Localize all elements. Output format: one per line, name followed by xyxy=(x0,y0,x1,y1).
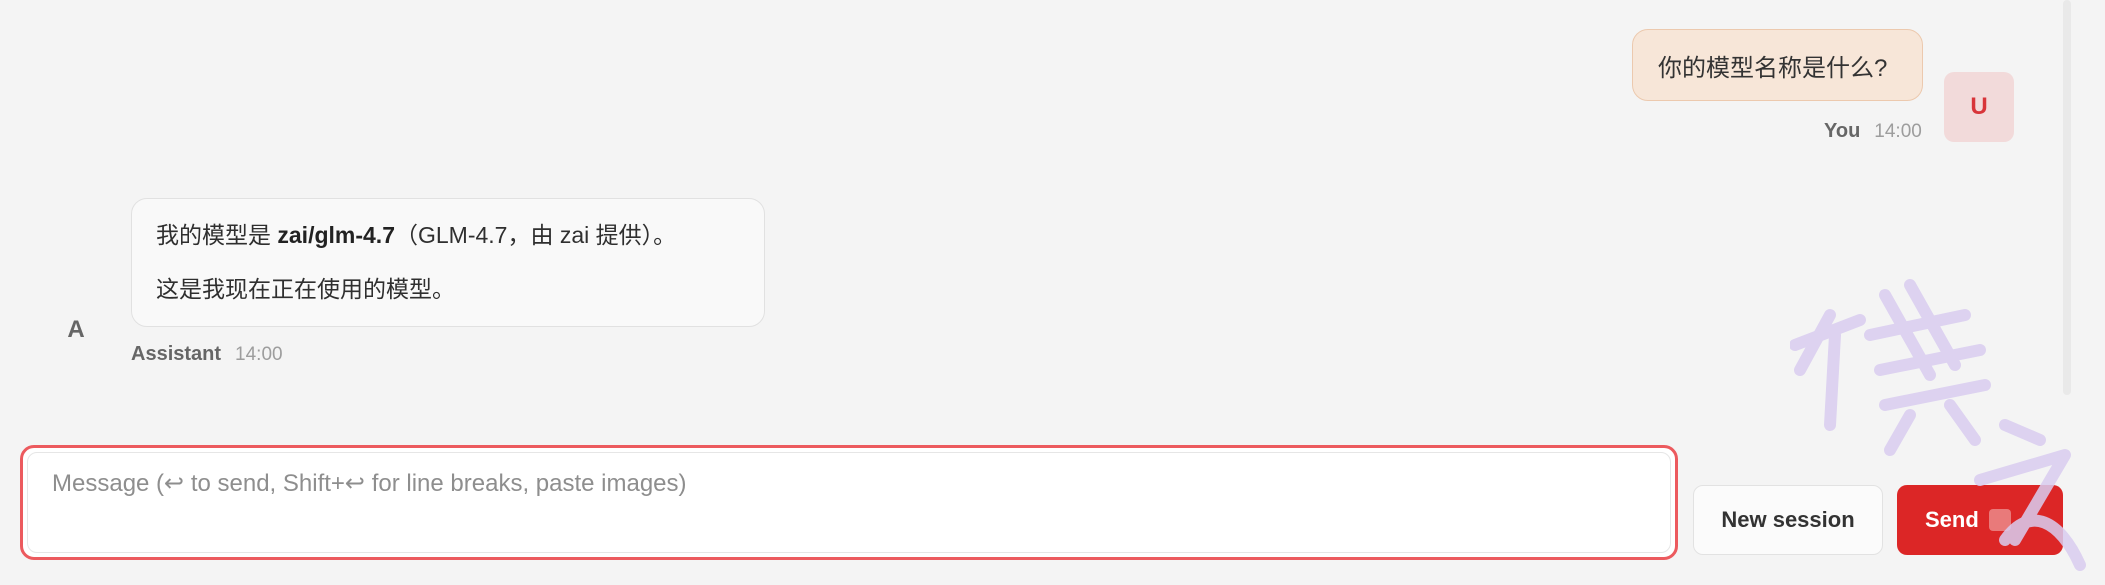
user-sender-name: You xyxy=(1824,120,1861,142)
assistant-sender-name: Assistant xyxy=(131,343,222,365)
assistant-message-bubble: 我的模型是 zai/glm-4.7（GLM-4.7，由 zai 提供）。 这是我… xyxy=(131,198,765,327)
assistant-line1-prefix: 我的模型是 xyxy=(156,222,278,248)
assistant-message-time: 14:00 xyxy=(235,344,283,365)
user-message-text: 你的模型名称是什么? xyxy=(1658,54,1888,82)
new-session-button[interactable]: New session xyxy=(1693,485,1883,555)
user-message-time: 14:00 xyxy=(1874,121,1922,142)
assistant-avatar-letter: A xyxy=(67,316,85,343)
assistant-message-line-1: 我的模型是 zai/glm-4.7（GLM-4.7，由 zai 提供）。 xyxy=(156,219,740,251)
scrollbar[interactable] xyxy=(2063,0,2071,395)
chat-window: 你的模型名称是什么? U You 14:00 A 我的模型是 zai/glm-4… xyxy=(0,0,2105,585)
new-session-label: New session xyxy=(1721,507,1855,532)
assistant-message-meta: Assistant 14:00 xyxy=(131,343,283,369)
assistant-model-name: zai/glm-4.7 xyxy=(277,222,395,248)
send-icon xyxy=(1988,509,2011,531)
user-message-bubble: 你的模型名称是什么? xyxy=(1632,29,1923,101)
send-button[interactable]: Send xyxy=(1897,485,2063,555)
send-label: Send xyxy=(1925,507,1979,532)
user-avatar: U xyxy=(1944,72,2014,142)
message-input[interactable] xyxy=(27,452,1671,553)
assistant-line1-suffix: （GLM-4.7，由 zai 提供）。 xyxy=(395,222,677,248)
assistant-avatar: A xyxy=(56,295,96,365)
user-avatar-letter: U xyxy=(1970,93,1988,120)
assistant-message-line-2: 这是我现在正在使用的模型。 xyxy=(156,276,455,302)
message-composer xyxy=(20,445,1678,560)
user-message-meta: You 14:00 xyxy=(1824,120,1922,146)
watermark-text: 棋之 xyxy=(1940,562,1944,566)
